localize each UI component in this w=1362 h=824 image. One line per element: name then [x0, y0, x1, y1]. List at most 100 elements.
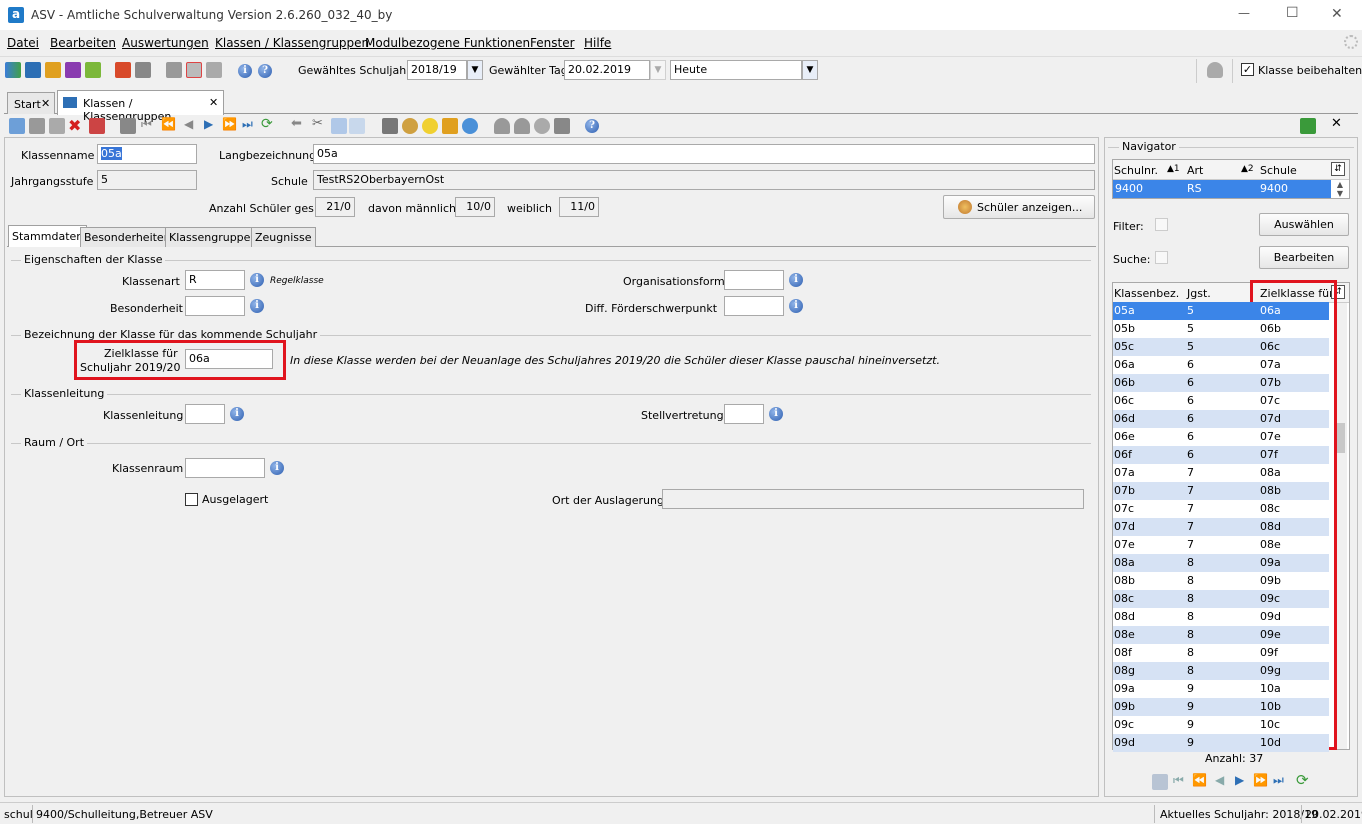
- class-row[interactable]: 06f 6 07f: [1113, 446, 1329, 464]
- last-record-icon[interactable]: ⏭: [242, 117, 253, 132]
- back-arrow-icon[interactable]: ⬅: [291, 116, 302, 131]
- previous-icon[interactable]: ◀: [184, 117, 193, 131]
- zielklasse-input[interactable]: 06a: [185, 349, 273, 369]
- tab-start[interactable]: Start ✕: [7, 92, 55, 114]
- badge-icon[interactable]: [534, 118, 550, 134]
- menu-fenster[interactable]: Fenster: [530, 36, 575, 50]
- class-row[interactable]: 09b 9 10b: [1113, 698, 1329, 716]
- close-icon[interactable]: ✕: [209, 96, 218, 109]
- help-icon[interactable]: ?: [258, 64, 272, 78]
- class-row[interactable]: 08a 8 09a: [1113, 554, 1329, 572]
- school-header-schule[interactable]: Schule: [1260, 164, 1297, 177]
- class-row[interactable]: 08f 8 09f: [1113, 644, 1329, 662]
- next-icon[interactable]: ▶: [204, 117, 213, 131]
- previous-icon[interactable]: ◀: [1215, 773, 1224, 787]
- class-row[interactable]: 06e 6 07e: [1113, 428, 1329, 446]
- menu-modulbezogene-funktionen[interactable]: Modulbezogene Funktionen: [365, 36, 530, 50]
- first-record-icon[interactable]: ⏮: [141, 117, 152, 132]
- info-icon[interactable]: i: [789, 299, 803, 313]
- calendar-icon[interactable]: [186, 62, 202, 78]
- book-icon[interactable]: [115, 62, 131, 78]
- class-header-jgst[interactable]: Jgst.: [1187, 287, 1211, 300]
- chevron-down-icon[interactable]: ▼: [802, 60, 818, 80]
- klassenraum-input[interactable]: [185, 458, 265, 478]
- class-row[interactable]: 08b 8 09b: [1113, 572, 1329, 590]
- id-card-icon[interactable]: [25, 62, 41, 78]
- class-row[interactable]: 07d 7 08d: [1113, 518, 1329, 536]
- form-icon[interactable]: [89, 118, 105, 134]
- class-row[interactable]: 09c 9 10c: [1113, 716, 1329, 734]
- menu-auswertungen[interactable]: Auswertungen: [122, 36, 209, 50]
- cut-icon[interactable]: ✂: [312, 116, 323, 131]
- tab-besonderheiten[interactable]: Besonderheiten: [80, 227, 175, 247]
- class-row[interactable]: 09d 9 10d: [1113, 734, 1329, 752]
- tab-klassengruppen[interactable]: Klassengruppen: [165, 227, 262, 247]
- class-row[interactable]: 08g 8 09g: [1113, 662, 1329, 680]
- class-row[interactable]: 05b 5 06b: [1113, 320, 1329, 338]
- schuljahr-select[interactable]: 2018/19: [407, 60, 467, 80]
- info-icon[interactable]: i: [250, 299, 264, 313]
- scroll-arrows-icon[interactable]: ▲ ▼: [1333, 180, 1347, 198]
- tab-klassen[interactable]: Klassen / Klassengruppen ✕: [57, 90, 224, 123]
- menu-hilfe[interactable]: Hilfe: [584, 36, 611, 50]
- class-row[interactable]: 07c 7 08c: [1113, 500, 1329, 518]
- eraser-icon[interactable]: [442, 118, 458, 134]
- list-icon[interactable]: [1152, 774, 1168, 790]
- school-header-schulnr[interactable]: Schulnr.: [1114, 164, 1158, 177]
- maximize-button[interactable]: ☐: [1286, 5, 1299, 21]
- class-row[interactable]: 07a 7 08a: [1113, 464, 1329, 482]
- ausgelagert-checkbox[interactable]: [185, 493, 198, 506]
- list-icon[interactable]: [120, 118, 136, 134]
- school-row[interactable]: 9400 RS 9400: [1113, 180, 1331, 198]
- tab-zeugnisse[interactable]: Zeugnisse: [251, 227, 316, 247]
- print-icon[interactable]: [382, 118, 398, 134]
- klassenname-input[interactable]: 05a: [97, 144, 197, 164]
- organisationsform-input[interactable]: [724, 270, 784, 290]
- note-icon[interactable]: [554, 118, 570, 134]
- class-row[interactable]: 08c 8 09c: [1113, 590, 1329, 608]
- info-icon[interactable]: i: [230, 407, 244, 421]
- menu-bearbeiten[interactable]: Bearbeiten: [50, 36, 116, 50]
- group-icon[interactable]: [45, 62, 61, 78]
- sync-icon[interactable]: [1300, 118, 1316, 134]
- class-row[interactable]: 05c 5 06c: [1113, 338, 1329, 356]
- class-row[interactable]: 08d 8 09d: [1113, 608, 1329, 626]
- fast-forward-icon[interactable]: ⏩: [222, 117, 237, 131]
- filter-checkbox[interactable]: [1155, 218, 1168, 231]
- stellvertretung-input[interactable]: [724, 404, 764, 424]
- refresh-icon[interactable]: ⟳: [1296, 771, 1309, 789]
- class-row[interactable]: 09a 9 10a: [1113, 680, 1329, 698]
- new-icon[interactable]: [9, 118, 25, 134]
- tab-stammdaten[interactable]: Stammdaten: [8, 225, 88, 247]
- class-row[interactable]: 06c 6 07c: [1113, 392, 1329, 410]
- calendar-dropdown-icon[interactable]: ▼: [650, 60, 666, 80]
- info-icon[interactable]: i: [769, 407, 783, 421]
- bearbeiten-button[interactable]: Bearbeiten: [1259, 246, 1349, 269]
- schueler-anzeigen-button[interactable]: Schüler anzeigen...: [943, 195, 1095, 219]
- klassenleitung-input[interactable]: [185, 404, 225, 424]
- school-header-art[interactable]: Art: [1187, 164, 1203, 177]
- info-icon[interactable]: i: [238, 64, 252, 78]
- help-icon[interactable]: ?: [585, 119, 599, 133]
- close-panel-button[interactable]: ✕: [1331, 116, 1342, 131]
- people-icon[interactable]: [5, 62, 21, 78]
- lightning-icon[interactable]: [206, 62, 222, 78]
- close-window-button[interactable]: ✕: [1331, 6, 1343, 22]
- suche-checkbox[interactable]: [1155, 251, 1168, 264]
- menu-klassen[interactable]: Klassen / Klassengruppen: [215, 36, 369, 50]
- class-row[interactable]: 07b 7 08b: [1113, 482, 1329, 500]
- menu-datei[interactable]: Datei: [7, 36, 39, 50]
- person-icon[interactable]: [494, 118, 510, 134]
- info-icon[interactable]: i: [250, 273, 264, 287]
- class-row[interactable]: 06d 6 07d: [1113, 410, 1329, 428]
- document-icon[interactable]: [135, 62, 151, 78]
- save-icon[interactable]: [29, 118, 45, 134]
- info-icon[interactable]: i: [789, 273, 803, 287]
- class-row[interactable]: 08e 8 09e: [1113, 626, 1329, 644]
- user-icon[interactable]: [1207, 62, 1223, 78]
- class-row[interactable]: 05a 5 06a: [1113, 302, 1329, 320]
- scrollbar-thumb[interactable]: [1337, 423, 1345, 453]
- last-record-icon[interactable]: ⏭: [1273, 773, 1284, 788]
- paste-icon[interactable]: [349, 118, 365, 134]
- close-icon[interactable]: ✕: [41, 97, 50, 110]
